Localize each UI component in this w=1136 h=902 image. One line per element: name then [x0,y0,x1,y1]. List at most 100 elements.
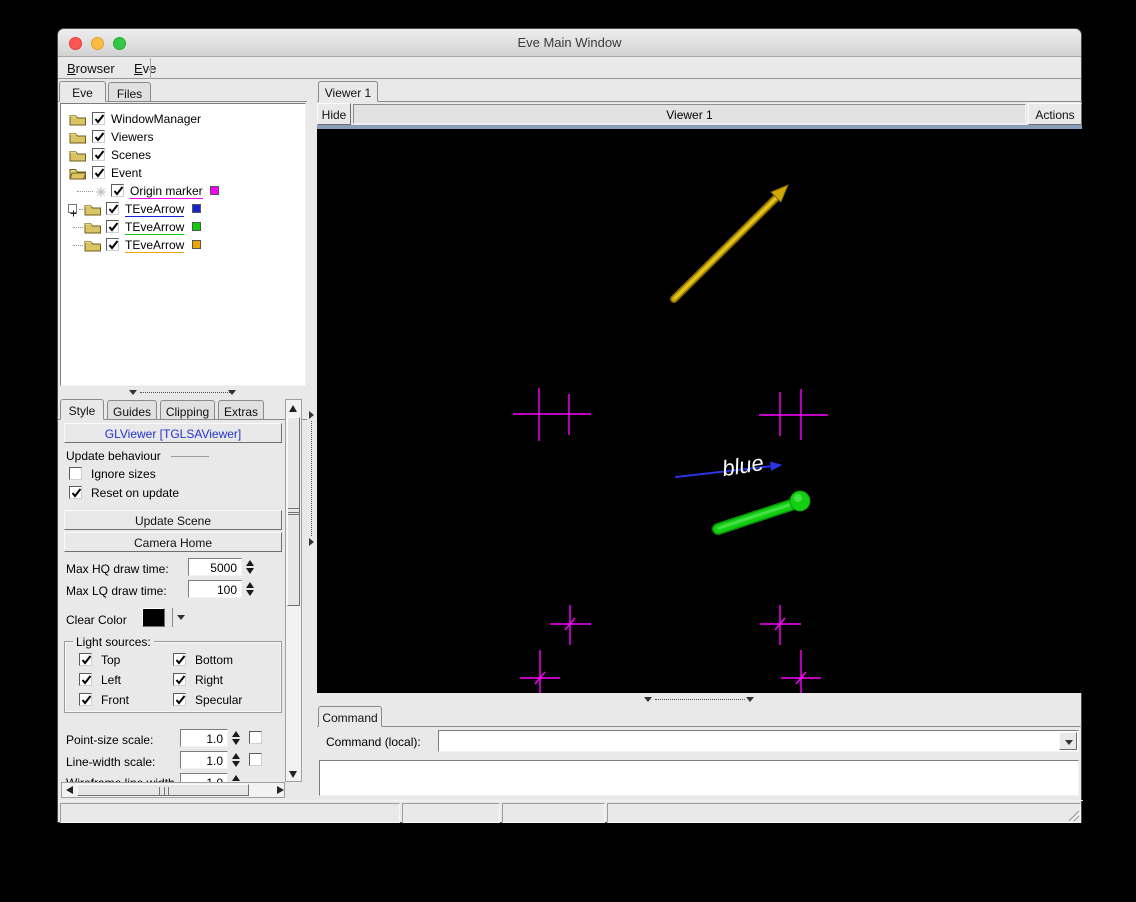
max-hq-value[interactable]: 5000 [188,558,242,576]
menu-bar: Browser Eve [58,58,1081,79]
tree-item-label: Viewers [111,130,154,144]
command-horizontal-splitter[interactable] [317,693,1082,706]
tree-checkbox[interactable] [92,166,105,179]
spin-down-icon[interactable] [232,761,240,767]
update-scene-button[interactable]: Update Scene [64,510,282,530]
expander-plus-icon[interactable] [68,204,77,217]
spin-up-icon[interactable] [246,560,254,566]
splitter-dots [655,699,745,700]
tab-viewer-1[interactable]: Viewer 1 [318,81,378,102]
camera-home-button[interactable]: Camera Home [64,532,282,552]
tab-guides[interactable]: Guides [107,400,157,420]
spin-up-icon[interactable] [232,731,240,737]
tree-item-tevearrow-blue[interactable]: TEveArrow [65,200,295,218]
tree-item-event[interactable]: Event [65,164,295,182]
reset-on-update-checkbox[interactable] [69,486,82,499]
spin-up-icon[interactable] [232,753,240,759]
status-segment [402,803,500,823]
vertical-splitter[interactable] [307,81,317,798]
max-lq-value[interactable]: 100 [188,580,242,598]
light-bottom-label: Bottom [195,653,234,667]
scroll-down-icon[interactable] [289,771,297,778]
tree-checkbox[interactable] [106,220,119,233]
spin-down-icon[interactable] [246,568,254,574]
scene-tree[interactable]: WindowManager Viewers Scenes Event Origi… [60,103,306,386]
tree-checkbox[interactable] [92,112,105,125]
tree-checkbox[interactable] [92,148,105,161]
wireframe-value[interactable]: 1.0 [180,773,228,782]
tree-checkbox[interactable] [111,184,124,197]
light-top-checkbox[interactable] [79,653,92,666]
command-combobox[interactable] [438,730,1079,752]
tree-item-label: TEveArrow [125,220,185,235]
scroll-right-icon[interactable] [277,786,284,794]
line-width-value[interactable]: 1.0 [180,751,228,769]
glviewer-button[interactable]: GLViewer [TGLSAViewer] [64,423,282,443]
viewer-title-bar[interactable]: Viewer 1 [353,104,1026,124]
tab-eve[interactable]: Eve [59,81,106,102]
tree-checkbox[interactable] [106,238,119,251]
reset-on-update-label: Reset on update [91,486,180,500]
actions-button[interactable]: Actions [1028,103,1082,125]
tab-files[interactable]: Files [108,82,151,102]
resize-grip-icon[interactable] [1066,808,1081,827]
light-front-checkbox[interactable] [79,693,92,706]
light-specular-checkbox[interactable] [173,693,186,706]
tree-item-tevearrow-green[interactable]: TEveArrow [65,218,295,236]
spin-up-icon[interactable] [246,582,254,588]
tab-extras[interactable]: Extras [218,400,264,420]
light-specular-label: Specular [195,693,243,707]
light-top-label: Top [101,653,121,667]
status-segment [502,803,605,823]
light-bottom-checkbox[interactable] [173,653,186,666]
ignore-sizes-checkbox[interactable] [69,467,82,480]
tree-checkbox[interactable] [106,202,119,215]
tree-checkbox[interactable] [92,130,105,143]
tree-guide [73,227,83,228]
style-panel-hscrollbar[interactable] [61,782,285,798]
glviewer-button-label: GLViewer [TGLSAViewer] [104,427,242,441]
light-left-checkbox[interactable] [79,673,92,686]
spin-down-icon[interactable] [232,739,240,745]
point-size-value[interactable]: 1.0 [180,729,228,747]
color-swatch[interactable] [210,186,219,195]
clear-color-dropdown[interactable] [172,608,186,627]
spin-up-icon[interactable] [232,775,240,781]
combobox-dropdown-button[interactable] [1059,732,1077,750]
tab-clipping[interactable]: Clipping [160,400,215,420]
title-bar[interactable]: Eve Main Window [58,29,1081,57]
light-sources-label: Light sources: [73,635,154,649]
chevron-right-icon [309,411,314,419]
left-horizontal-splitter[interactable] [58,386,307,399]
tree-item-tevearrow-gold[interactable]: TEveArrow [65,236,295,254]
point-size-checkbox[interactable] [249,731,262,744]
hide-button[interactable]: Hide [317,103,351,125]
chevron-down-icon [228,390,236,395]
hscrollbar-thumb[interactable] [77,784,249,796]
color-swatch[interactable] [192,240,201,249]
tree-item-label: WindowManager [111,112,202,126]
scroll-left-icon[interactable] [66,786,73,794]
gl-canvas[interactable]: blue [317,129,1082,693]
color-swatch[interactable] [192,222,201,231]
clear-color-swatch[interactable] [142,608,165,627]
tree-item-origin-marker[interactable]: Origin marker [65,182,295,200]
tree-guide [79,209,83,210]
tree-item-scenes[interactable]: Scenes [65,146,295,164]
color-swatch[interactable] [192,204,201,213]
style-panel-vscrollbar[interactable] [285,399,302,782]
command-output[interactable] [319,760,1079,796]
line-width-checkbox[interactable] [249,753,262,766]
menu-eve[interactable]: Eve [134,61,156,76]
scroll-up-icon[interactable] [289,405,297,412]
spin-down-icon[interactable] [246,590,254,596]
light-right-checkbox[interactable] [173,673,186,686]
menu-browser[interactable]: Browser [67,61,115,76]
tree-item-viewers[interactable]: Viewers [65,128,295,146]
left-tab-strip: Eve Files [58,81,307,102]
command-input[interactable] [440,732,1058,750]
vscrollbar-thumb[interactable] [287,417,300,606]
tab-command[interactable]: Command [318,706,382,727]
tab-style[interactable]: Style [60,399,104,420]
tree-item-windowmanager[interactable]: WindowManager [65,110,295,128]
